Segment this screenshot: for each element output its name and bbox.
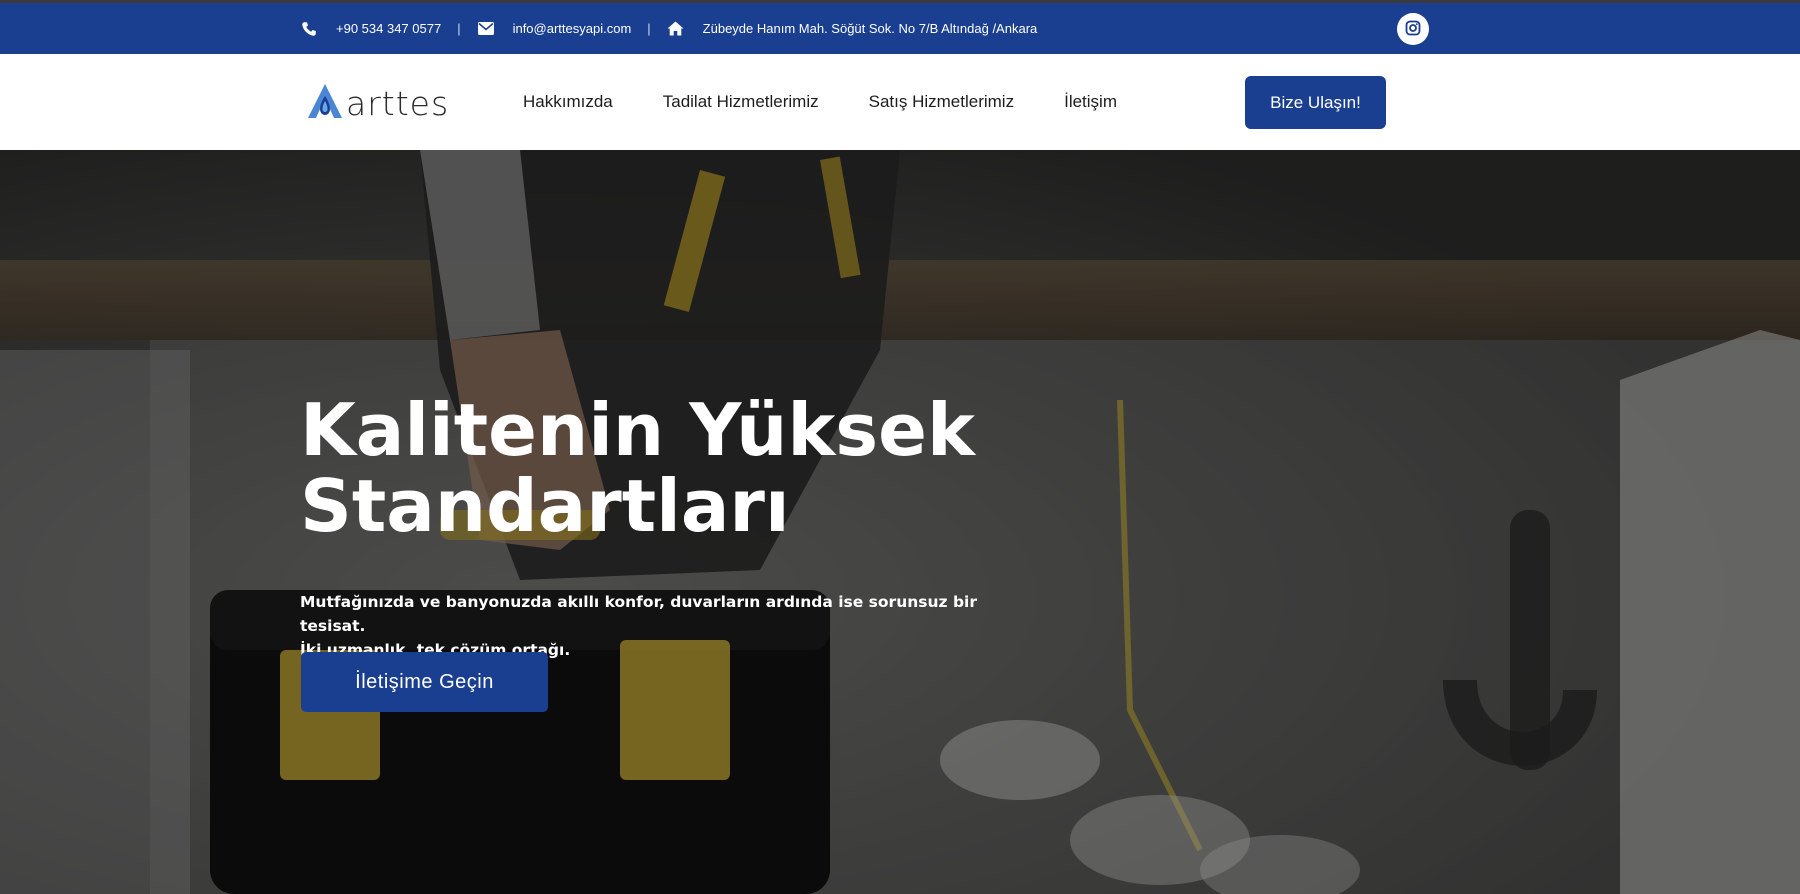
nav-item-tadilat-hizmetlerimiz[interactable]: Tadilat Hizmetlerimiz — [663, 92, 819, 112]
separator: | — [647, 21, 651, 36]
instagram-icon — [1405, 20, 1421, 39]
envelope-icon — [477, 20, 495, 38]
get-in-touch-button[interactable]: İletişime Geçin — [301, 652, 548, 712]
home-icon — [667, 20, 685, 38]
logo-text: arttes — [346, 83, 450, 123]
nav-menu: Hakkımızda Tadilat Hizmetlerimiz Satış H… — [523, 54, 1167, 150]
phone-icon — [300, 20, 318, 38]
hero-title: Kalitenin Yüksek Standartları — [300, 392, 1000, 544]
address-item: Zübeyde Hanım Mah. Söğüt Sok. No 7/B Alt… — [667, 20, 1038, 38]
phone-number[interactable]: +90 534 347 0577 — [336, 21, 441, 36]
nav-item-iletisim[interactable]: İletişim — [1064, 92, 1117, 112]
separator: | — [457, 21, 461, 36]
main-navigation: arttes Hakkımızda Tadilat Hizmetlerimiz … — [0, 54, 1800, 150]
address-text: Zübeyde Hanım Mah. Söğüt Sok. No 7/B Alt… — [702, 21, 1038, 36]
email-address[interactable]: info@arttesyapi.com — [513, 21, 632, 36]
email-item[interactable]: info@arttesyapi.com — [477, 20, 632, 38]
instagram-button[interactable] — [1397, 13, 1429, 45]
logo-mark-icon — [306, 82, 344, 125]
hero-title-line-2: Standartları — [300, 464, 790, 548]
site-logo[interactable]: arttes — [306, 82, 449, 124]
top-contact-bar: +90 534 347 0577 | info@arttesyapi.com |… — [0, 0, 1800, 54]
phone-item[interactable]: +90 534 347 0577 — [300, 20, 441, 38]
nav-item-hakkimizda[interactable]: Hakkımızda — [523, 92, 613, 112]
hero-section: Kalitenin Yüksek Standartları Mutfağınız… — [0, 150, 1800, 894]
hero-subtitle-line-1: Mutfağınızda ve banyonuzda akıllı konfor… — [300, 593, 977, 635]
hero-title-line-1: Kalitenin Yüksek — [300, 388, 975, 472]
contact-info: +90 534 347 0577 | info@arttesyapi.com |… — [300, 3, 1037, 54]
nav-item-satis-hizmetlerimiz[interactable]: Satış Hizmetlerimiz — [869, 92, 1014, 112]
contact-us-button[interactable]: Bize Ulaşın! — [1245, 76, 1386, 129]
